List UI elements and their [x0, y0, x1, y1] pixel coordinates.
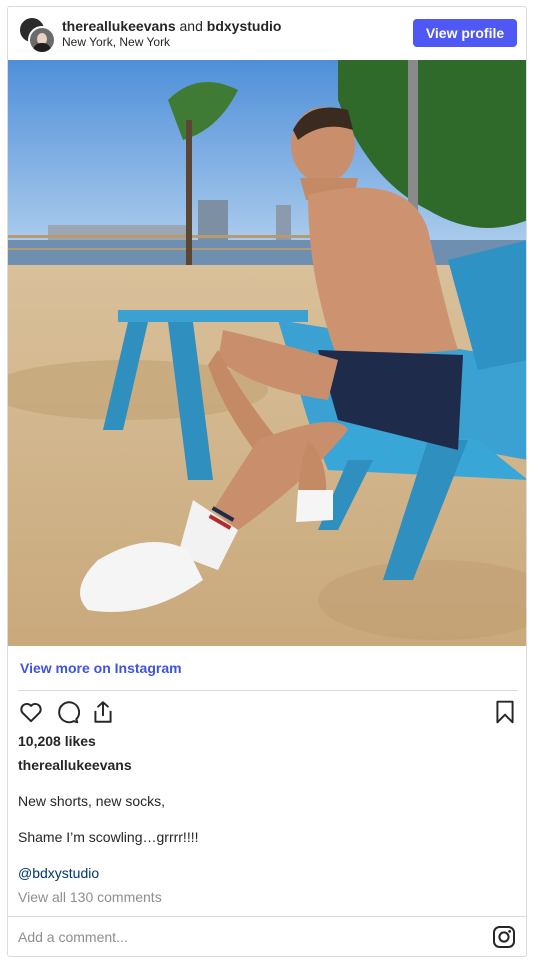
and-text: and — [179, 18, 203, 34]
coauthor-username[interactable]: bdxystudio — [207, 18, 282, 34]
collab-avatars[interactable] — [18, 16, 56, 54]
bookmark-icon[interactable] — [492, 699, 518, 725]
comment-bar — [8, 916, 526, 956]
post-photo[interactable] — [8, 60, 526, 646]
post-header: thereallukeevans and bdxystudio New York… — [8, 7, 526, 60]
avatar-bdxystudio[interactable] — [28, 26, 56, 54]
caption-line-1: New shorts, new socks, — [18, 793, 166, 809]
action-bar — [18, 699, 518, 727]
comment-icon[interactable] — [54, 699, 80, 725]
instagram-embed-card: thereallukeevans and bdxystudio New York… — [7, 6, 527, 957]
divider — [18, 690, 518, 691]
post-location[interactable]: New York, New York — [62, 35, 170, 49]
share-icon[interactable] — [90, 699, 116, 725]
post-photo-image — [8, 60, 526, 646]
likes-count[interactable]: 10,208 likes — [18, 733, 96, 749]
view-all-comments-link[interactable]: View all 130 comments — [18, 889, 162, 905]
author-username[interactable]: thereallukeevans — [62, 18, 176, 34]
instagram-logo-icon[interactable] — [492, 925, 516, 949]
avatar-shoulders — [33, 43, 51, 52]
view-more-on-instagram-link[interactable]: View more on Instagram — [20, 660, 182, 676]
heart-icon[interactable] — [18, 699, 44, 725]
view-profile-button[interactable]: View profile — [413, 19, 517, 47]
caption-mention-link[interactable]: @bdxystudio — [18, 865, 99, 881]
post-authors: thereallukeevans and bdxystudio — [62, 18, 281, 35]
caption-line-2: Shame I’m scowling…grrrr!!!! — [18, 829, 199, 845]
caption-username[interactable]: thereallukeevans — [18, 757, 132, 773]
add-comment-input[interactable] — [18, 929, 458, 945]
